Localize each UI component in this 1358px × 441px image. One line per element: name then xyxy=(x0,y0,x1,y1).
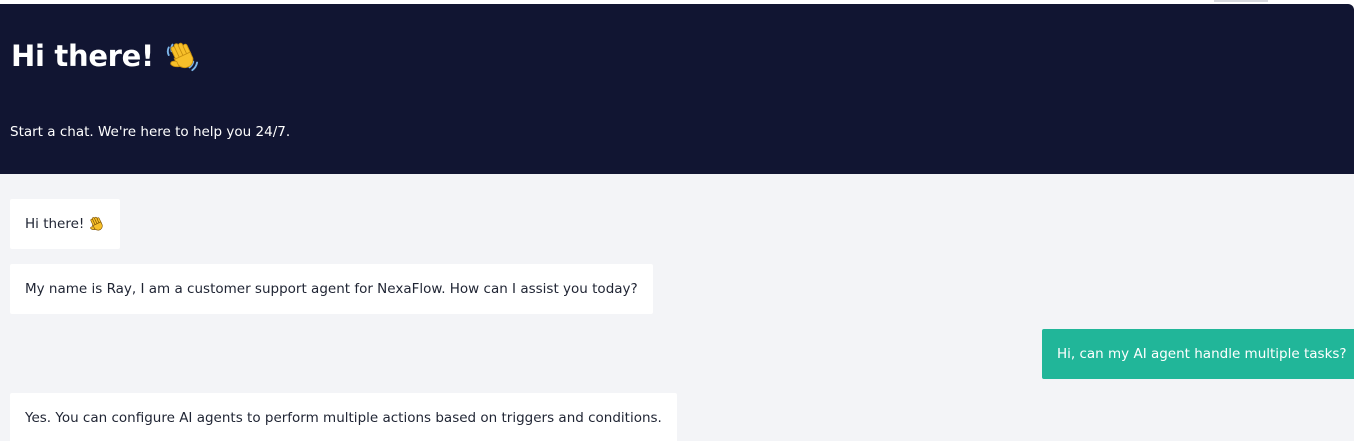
waving-hand-icon xyxy=(90,216,103,231)
message-text: My name is Ray, I am a customer support … xyxy=(25,281,638,297)
agent-message: My name is Ray, I am a customer support … xyxy=(10,264,653,314)
header-title-text: Hi there! xyxy=(11,39,154,73)
header-title: Hi there! xyxy=(11,38,198,74)
message-text: Hi, can my AI agent handle multiple task… xyxy=(1057,346,1347,362)
chat-header: Hi there! Start a chat. We're here to he… xyxy=(0,4,1354,174)
user-message: Hi, can my AI agent handle multiple task… xyxy=(1042,329,1354,379)
browser-tab-edge xyxy=(1214,0,1268,2)
agent-message: Hi there! xyxy=(10,199,121,249)
waving-hand-icon xyxy=(166,42,198,72)
header-subtitle: Start a chat. We're here to help you 24/… xyxy=(10,124,291,140)
message-text: Hi there! xyxy=(25,216,85,232)
chat-widget: Hi there! Start a chat. We're here to he… xyxy=(0,4,1354,441)
message-text: Yes. You can configure AI agents to perf… xyxy=(25,410,662,426)
agent-message: Yes. You can configure AI agents to perf… xyxy=(10,393,677,441)
